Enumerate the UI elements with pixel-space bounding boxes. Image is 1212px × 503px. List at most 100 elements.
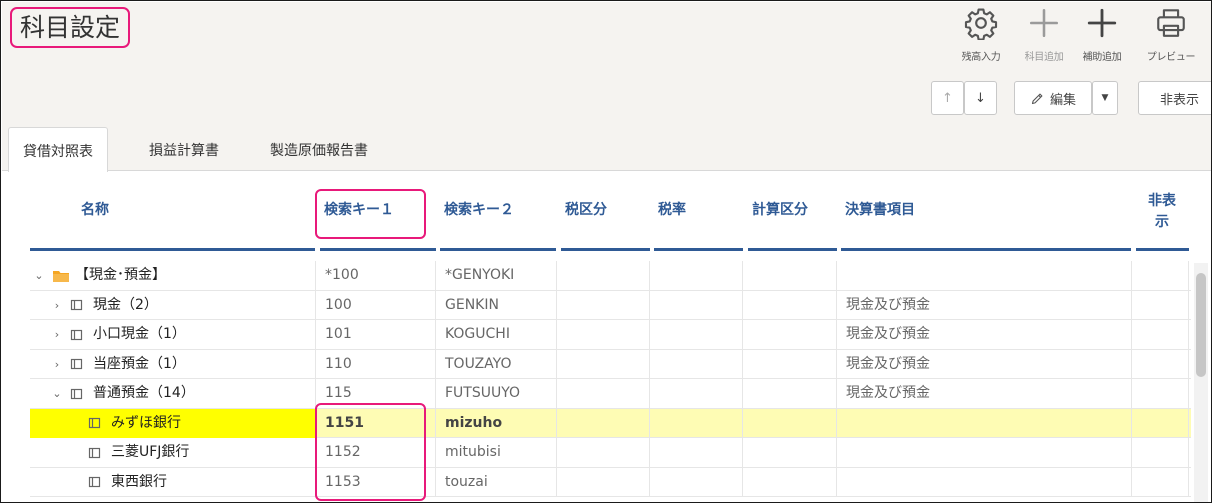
table-row[interactable]: › 小口現金（1） 101 KOGUCHI 現金及び預金 (30, 320, 1191, 350)
vertical-scrollbar[interactable] (1194, 263, 1208, 502)
column-header-calc-class[interactable]: 計算区分 (752, 199, 808, 219)
cell-tax-class (560, 320, 650, 350)
edit-label: 編集 (1049, 92, 1076, 108)
add-account-button[interactable]: 科目追加 (1015, 6, 1073, 63)
cell-calc-class (747, 349, 837, 379)
cell-key2: TOUZAYO (439, 349, 557, 379)
cell-tax-rate (653, 320, 743, 350)
account-tree-grid: ⌄ 【現金･預金】 *100 *GENYOKI › 現金（2） 100 GENKIN 現金及び預… (30, 261, 1191, 502)
chevron-right-icon[interactable]: › (50, 291, 64, 321)
cell-calc-class (747, 408, 837, 438)
main-panel: 名称 検索キー１ 検索キー２ 税区分 税率 計算区分 決算書項目 非表示 ⌄ 【現… (2, 170, 1211, 502)
cell-tax-class (560, 349, 650, 379)
cell-calc-class (747, 290, 837, 320)
tab-balance-sheet[interactable]: 貸借対照表 (8, 127, 108, 172)
column-underline (561, 248, 650, 251)
cell-key1: 101 (319, 320, 436, 350)
balance-input-label: 残高入力 (961, 52, 1001, 63)
cell-tax-rate (653, 438, 743, 468)
add-sub-button[interactable]: 補助追加 (1073, 6, 1131, 63)
column-underline (30, 248, 315, 251)
cell-name[interactable]: 三菱UFJ銀行 (30, 438, 316, 468)
add-account-label: 科目追加 (1024, 52, 1064, 63)
cell-statement-item: 現金及び預金 (840, 349, 1132, 379)
tab-income-statement[interactable]: 損益計算書 (135, 127, 233, 171)
column-header-name[interactable]: 名称 (81, 199, 109, 219)
cell-name[interactable]: › 当座預金（1） (30, 349, 316, 380)
balance-input-button[interactable]: 残高入力 (952, 6, 1010, 63)
table-row[interactable]: 東西銀行 1153 touzai (30, 467, 1191, 498)
move-up-button[interactable]: ↑ (931, 81, 964, 115)
chevron-down-icon[interactable]: ⌄ (32, 261, 46, 291)
plus-icon (1087, 8, 1117, 38)
cell-hidden (1135, 349, 1189, 379)
column-header-key2[interactable]: 検索キー２ (444, 199, 514, 219)
account-name: 小口現金（1） (93, 326, 186, 342)
cell-tax-class (560, 467, 650, 497)
column-header-statement-item[interactable]: 決算書項目 (845, 199, 915, 219)
cell-key2: mizuho (439, 408, 557, 438)
cell-statement-item: 現金及び預金 (840, 320, 1132, 350)
cell-key2: GENKIN (439, 290, 557, 320)
cell-statement-item (840, 261, 1132, 291)
hide-button[interactable]: 非表示 (1138, 81, 1211, 115)
table-row[interactable]: ⌄ 普通預金（14） 115 FUTSUUYO 現金及び預金 (30, 379, 1191, 409)
column-underline (748, 248, 837, 251)
cell-hidden (1135, 408, 1189, 438)
account-name: 現金（2） (93, 296, 158, 313)
preview-button[interactable]: プレビュー (1142, 6, 1200, 63)
chevron-down-icon[interactable]: ⌄ (50, 379, 64, 409)
cell-tax-rate (653, 408, 743, 438)
move-down-button[interactable]: ↓ (964, 81, 997, 115)
cell-tax-class (560, 379, 650, 409)
folder-icon (52, 261, 70, 291)
account-name: 普通預金（14） (93, 385, 195, 401)
cell-key2: *GENYOKI (439, 261, 557, 291)
edit-dropdown-button[interactable]: ▼ (1092, 81, 1118, 115)
cell-statement-item: 現金及び預金 (840, 290, 1132, 320)
column-header-tax-class[interactable]: 税区分 (565, 199, 607, 219)
gear-icon (964, 8, 998, 40)
column-underline (320, 248, 436, 251)
cell-key1: 110 (319, 349, 436, 379)
cell-name[interactable]: みずほ銀行 (30, 408, 316, 439)
table-row[interactable]: みずほ銀行 1151 mizuho (30, 408, 1191, 439)
table-row[interactable]: 三菱UFJ銀行 1152 mitubisi (30, 438, 1191, 468)
cell-tax-class (560, 290, 650, 320)
column-header-key1[interactable]: 検索キー１ (324, 199, 394, 219)
cell-name[interactable]: ⌄ 【現金･預金】 (30, 261, 316, 291)
cell-statement-item (840, 467, 1132, 497)
cell-name[interactable]: ⌄ 普通預金（14） (30, 379, 316, 409)
cell-hidden (1135, 438, 1189, 468)
page-title: 科目設定 (10, 7, 131, 48)
column-header-tax-rate[interactable]: 税率 (658, 199, 686, 219)
edit-button[interactable]: 編集 (1014, 81, 1092, 115)
cell-tax-rate (653, 349, 743, 379)
table-row[interactable]: › 現金（2） 100 GENKIN 現金及び預金 (30, 290, 1191, 321)
cell-tax-rate (653, 467, 743, 497)
cell-name[interactable]: 東西銀行 (30, 467, 316, 498)
cell-hidden (1135, 290, 1189, 320)
tab-manufacturing-cost[interactable]: 製造原価報告書 (256, 127, 382, 171)
account-icon (70, 379, 84, 409)
column-header-hidden[interactable]: 非表示 (1145, 191, 1179, 233)
cell-name[interactable]: › 小口現金（1） (30, 320, 316, 350)
cell-calc-class (747, 261, 837, 291)
scrollbar-thumb[interactable] (1196, 273, 1206, 377)
chevron-right-icon[interactable]: › (50, 320, 64, 350)
printer-icon (1157, 9, 1185, 37)
chevron-right-icon[interactable]: › (50, 350, 64, 380)
cell-statement-item: 現金及び預金 (840, 379, 1132, 409)
table-row[interactable]: ⌄ 【現金･預金】 *100 *GENYOKI (30, 261, 1191, 291)
account-name: 三菱UFJ銀行 (111, 444, 190, 460)
cell-tax-rate (653, 379, 743, 409)
account-icon (88, 468, 102, 498)
cell-calc-class (747, 379, 837, 409)
cell-statement-item (840, 408, 1132, 438)
account-icon (88, 409, 102, 439)
cell-name[interactable]: › 現金（2） (30, 290, 316, 321)
preview-label: プレビュー (1146, 52, 1196, 63)
cell-hidden (1135, 320, 1189, 350)
table-row[interactable]: › 当座預金（1） 110 TOUZAYO 現金及び預金 (30, 349, 1191, 380)
account-name: 当座預金（1） (93, 355, 186, 372)
